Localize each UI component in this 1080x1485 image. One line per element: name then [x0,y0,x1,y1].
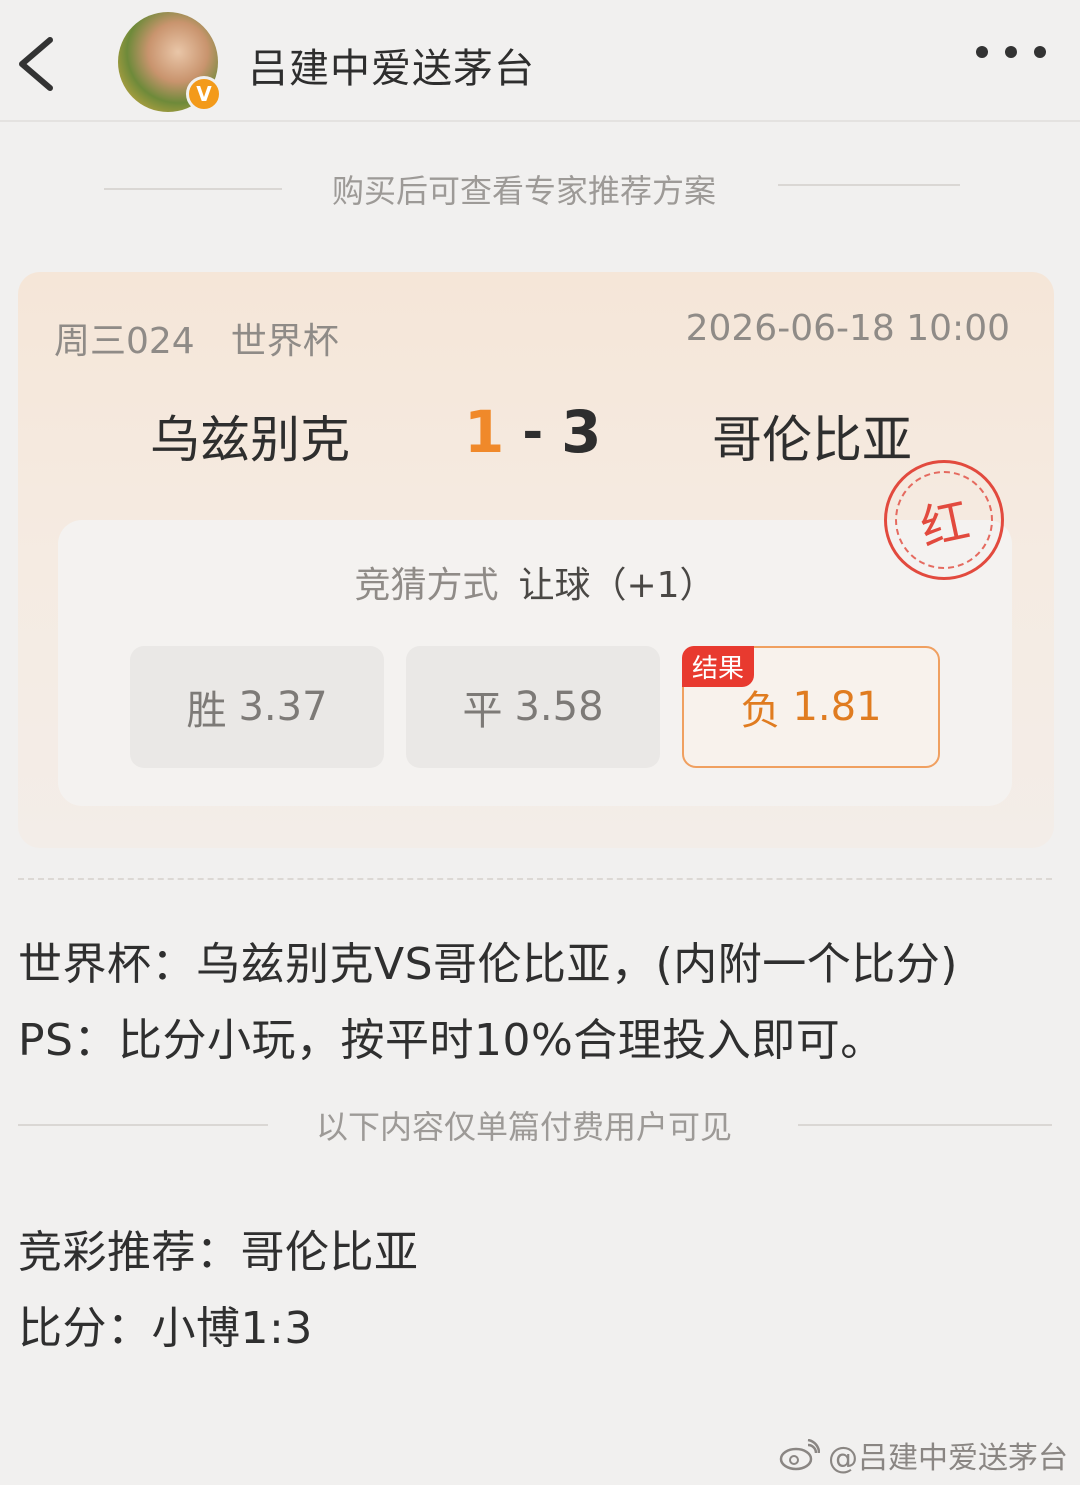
purchase-notice: 购买后可查看专家推荐方案 [332,172,717,210]
option-odds: 1.81 [792,684,882,730]
divider-line-left [104,188,282,190]
option-odds: 3.37 [238,684,328,730]
match-datetime: 2026-06-18 10:00 [685,308,1010,349]
more-options-icon[interactable] [976,42,1046,62]
top-bar: V 吕建中爱送茅台 [0,0,1080,122]
option-label: 平 [462,688,503,734]
match-score: 1 - 3 [464,398,601,466]
option-label: 负 [740,688,781,734]
option-label: 胜 [186,688,227,734]
league-code: 周三024 [54,321,195,362]
bet-method-value: 让球（+1） [518,565,716,606]
score-away: 3 [561,398,602,466]
bet-method: 竞猜方式 让球（+1） [58,556,1012,608]
paid-notice: 以下内容仅单篇付费用户可见 [316,1108,733,1146]
recommendation-line-2: 比分：小博1:3 [18,1303,313,1354]
dashed-divider [18,878,1052,880]
verified-badge-icon: V [186,76,222,112]
bet-method-label: 竞猜方式 [354,565,499,606]
divider-line-right [798,1124,1052,1126]
win-stamp: 红 [884,460,1004,580]
option-odds: 3.58 [514,684,604,730]
article-line-1: 世界杯：乌兹别克VS哥伦比亚，(内附一个比分) [18,939,958,990]
avatar[interactable]: V [118,12,222,112]
match-card: 周三024 世界杯 2026-06-18 10:00 乌兹别克 1 - 3 哥伦比… [18,272,1054,848]
stamp-text: 红 [915,492,975,558]
watermark-text: @吕建中爱送茅台 [828,1441,1068,1476]
weibo-logo-icon [779,1439,820,1471]
league-info: 周三024 世界杯 [54,312,339,364]
score-home: 1 [464,398,505,466]
option-win[interactable]: 胜 3.37 [130,646,384,768]
option-draw[interactable]: 平 3.58 [406,646,660,768]
recommendation-line-1: 竞彩推荐：哥伦比亚 [18,1227,419,1278]
article-line-2: PS：比分小玩，按平时10%合理投入即可。 [18,1015,885,1066]
option-lose[interactable]: 结果 负 1.81 [682,646,940,768]
page-title: 吕建中爱送茅台 [248,46,535,92]
bet-panel: 竞猜方式 让球（+1） 胜 3.37 平 3.58 结果 负 1.81 [58,520,1012,806]
back-arrow-icon[interactable] [12,34,62,94]
home-team: 乌兹别克 [150,411,350,469]
divider-line-right [778,184,960,186]
watermark: @吕建中爱送茅台 [778,1433,1068,1477]
score-separator: - [522,403,544,461]
result-tag: 结果 [682,646,755,687]
league-name: 世界杯 [230,321,339,362]
divider-line-left [18,1124,268,1126]
away-team: 哥伦比亚 [712,411,912,469]
